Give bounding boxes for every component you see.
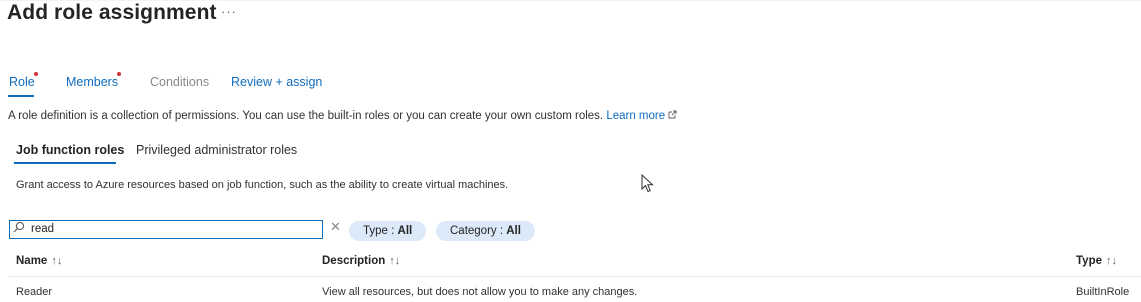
role-description: A role definition is a collection of per… bbox=[8, 110, 677, 122]
type-filter-label: Type : bbox=[363, 225, 398, 237]
column-header-description[interactable]: Description ↑↓ bbox=[322, 255, 400, 267]
tab-role-underline bbox=[8, 95, 34, 97]
search-input[interactable]: read bbox=[9, 220, 323, 239]
tab-role-required-dot bbox=[34, 72, 38, 76]
tab-role[interactable]: Role bbox=[9, 75, 35, 89]
category-filter-label: Category : bbox=[450, 225, 507, 237]
tab-review-assign-label: Review + assign bbox=[231, 75, 323, 89]
search-value: read bbox=[31, 223, 55, 235]
subtab-privileged-administrator-roles[interactable]: Privileged administrator roles bbox=[136, 143, 297, 157]
table-header-divider bbox=[8, 276, 1141, 277]
tab-role-label: Role bbox=[9, 75, 35, 89]
tab-conditions-label: Conditions bbox=[150, 75, 210, 89]
tab-members-required-dot bbox=[117, 72, 121, 76]
page-title: Add role assignment bbox=[7, 1, 217, 24]
search-icon bbox=[13, 221, 25, 236]
subtab-job-function-roles[interactable]: Job function roles bbox=[16, 143, 124, 157]
learn-more-link[interactable]: Learn more bbox=[606, 110, 677, 122]
table-row-type: BuiltInRole bbox=[1076, 286, 1130, 298]
category-filter-button[interactable]: Category : All bbox=[436, 221, 535, 241]
type-filter-value: All bbox=[397, 225, 413, 237]
role-description-text: A role definition is a collection of per… bbox=[8, 110, 604, 122]
sort-icon: ↑↓ bbox=[389, 255, 401, 267]
clear-search-button[interactable]: ✕ bbox=[330, 219, 341, 235]
type-filter-button[interactable]: Type : All bbox=[349, 221, 427, 241]
column-header-type[interactable]: Type ↑↓ bbox=[1076, 255, 1117, 267]
tab-review-assign[interactable]: Review + assign bbox=[231, 75, 322, 89]
sort-icon: ↑↓ bbox=[1106, 255, 1117, 267]
tab-members-label: Members bbox=[66, 75, 119, 89]
mouse-cursor-icon bbox=[641, 173, 655, 194]
column-header-name[interactable]: Name ↑↓ bbox=[16, 255, 62, 267]
tab-conditions[interactable]: Conditions bbox=[150, 75, 209, 89]
sort-icon: ↑↓ bbox=[51, 255, 63, 267]
more-actions-button[interactable]: ··· bbox=[221, 4, 237, 19]
table-row-description: View all resources, but does not allow y… bbox=[322, 286, 638, 298]
table-row-name[interactable]: Reader bbox=[16, 286, 52, 298]
category-filter-value: All bbox=[506, 225, 521, 237]
subtab-underline bbox=[14, 162, 116, 164]
tab-members[interactable]: Members bbox=[66, 75, 118, 89]
external-link-icon bbox=[668, 110, 677, 122]
subtab-description: Grant access to Azure resources based on… bbox=[16, 179, 509, 191]
